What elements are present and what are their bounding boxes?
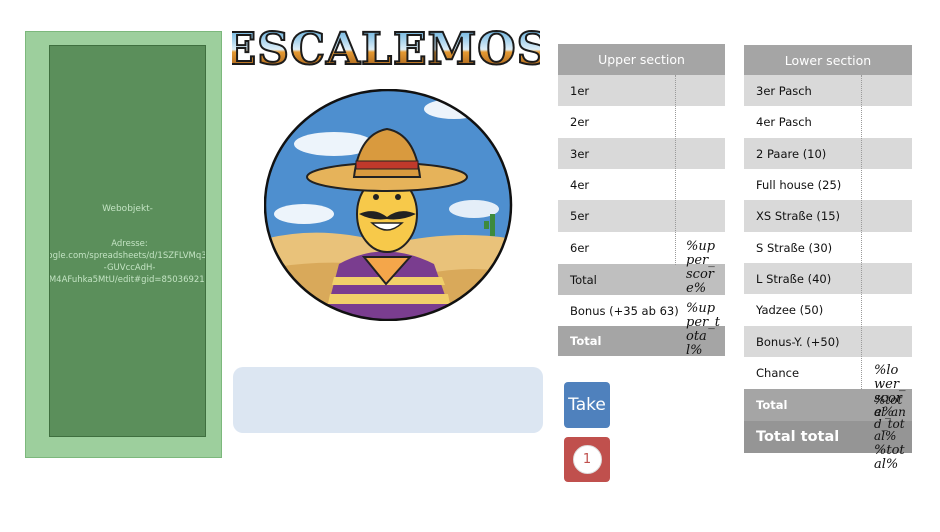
row-label: L Straße (40) (756, 271, 832, 286)
lower-row-4er-pasch[interactable]: 4er Pasch (744, 106, 912, 138)
row-label: 3er Pasch (756, 83, 812, 98)
row-label: 3er (570, 146, 590, 161)
column-divider (675, 75, 676, 265)
grand-total-formula: %tot al% (874, 443, 905, 472)
upper-section-header: Upper section (558, 44, 725, 75)
lower-section-header: Lower section (744, 45, 912, 75)
upper-row-4er[interactable]: 4er (558, 169, 725, 200)
upper-score-formula: %upper_score% (686, 239, 716, 296)
web-object-address: Adresse: ogle.com/spreadsheets/d/1SZFLVM… (49, 239, 206, 285)
row-label: 1er (570, 83, 590, 98)
upper-row-1er[interactable]: 1er (558, 75, 725, 106)
row-label: XS Straße (15) (756, 209, 840, 223)
row-label: Bonus (+35 ab 63) (570, 303, 679, 318)
lower-row-s-strasse[interactable]: S Straße (30) (744, 232, 912, 263)
upper-row-2er[interactable]: 2er (558, 106, 725, 138)
row-label: Total (756, 398, 788, 412)
row-label: Total total (756, 429, 840, 445)
message-box (233, 367, 543, 433)
row-label: 4er Pasch (756, 115, 812, 129)
row-label: 2 Paare (10) (756, 146, 827, 161)
lower-row-3er-pasch[interactable]: 3er Pasch (744, 75, 912, 106)
total-and-total-formula: %total_and_total% (874, 393, 906, 443)
upper-row-3er[interactable]: 3er (558, 138, 725, 169)
row-label: S Straße (30) (756, 240, 833, 255)
lower-row-yadzee[interactable]: Yadzee (50) (744, 294, 912, 326)
row-label: Yadzee (50) (756, 303, 824, 317)
row-label: 2er (570, 115, 590, 129)
lower-row-full-house[interactable]: Full house (25) (744, 169, 912, 200)
column-divider (861, 75, 862, 389)
roll-dice-button[interactable]: 1 (564, 437, 610, 482)
row-label: 6er (570, 241, 590, 255)
row-label: 4er (570, 177, 590, 192)
mexican-character-illustration (264, 89, 513, 321)
row-label: 5er (570, 209, 590, 223)
row-label: Total (570, 334, 602, 348)
upper-total-formula: %upper_total% (686, 301, 720, 358)
row-label: Chance (756, 366, 800, 380)
upper-row-5er[interactable]: 5er (558, 200, 725, 232)
lower-row-xs-strasse[interactable]: XS Straße (15) (744, 200, 912, 232)
web-object-frame[interactable]: Webobjekt- Adresse: ogle.com/spreadsheet… (25, 31, 222, 458)
web-object-title: Webobjekt- (102, 204, 153, 214)
lower-row-bonus-y[interactable]: Bonus-Y. (+50) (744, 326, 912, 357)
web-object-placeholder: Webobjekt- Adresse: ogle.com/spreadsheet… (49, 45, 206, 437)
svg-text:ESCALEMOS: ESCALEMOS (232, 24, 540, 74)
roll-count-badge: 1 (572, 445, 602, 474)
row-label: Full house (25) (756, 177, 842, 192)
row-label: Bonus-Y. (+50) (756, 334, 840, 349)
row-label: Total (570, 272, 597, 287)
escalemos-logo: ESCALEMOS (232, 23, 540, 74)
take-button[interactable]: Take (564, 382, 610, 428)
lower-row-l-strasse[interactable]: L Straße (40) (744, 263, 912, 294)
lower-row-2-paare[interactable]: 2 Paare (10) (744, 138, 912, 169)
